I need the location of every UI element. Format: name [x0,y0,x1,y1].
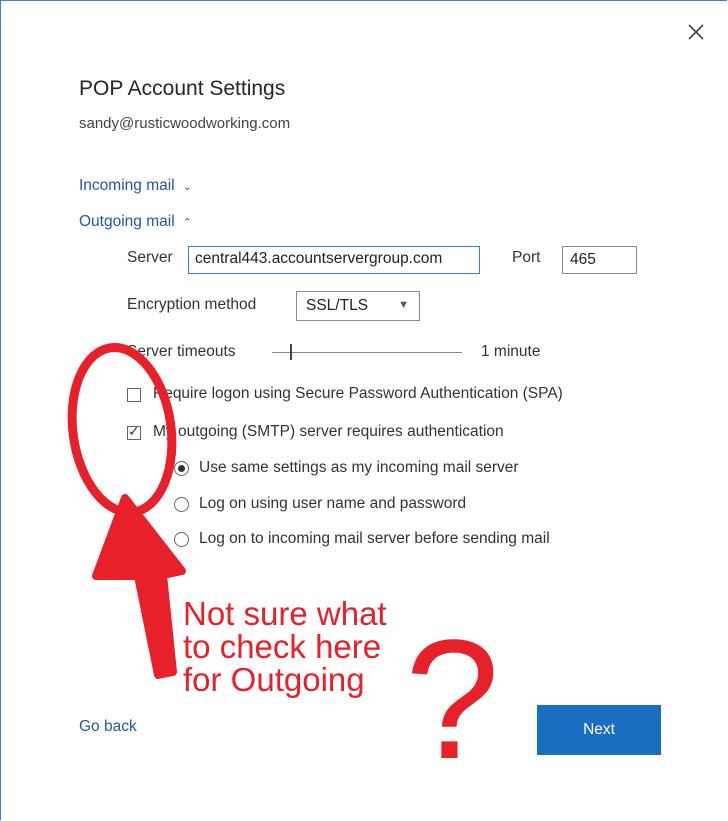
chevron-down-icon: ⌄ [182,180,192,193]
outgoing-mail-toggle[interactable]: Outgoing mail ⌃ [79,213,192,231]
radio-logon-incoming-first-label: Log on to incoming mail server before se… [199,530,550,547]
encryption-label: Encryption method [127,296,257,313]
radio-selected-dot [178,465,185,472]
timeout-value: 1 minute [481,343,541,360]
annotation-question-mark: ? [405,605,500,795]
checkmark-icon: ✓ [128,423,140,439]
smtp-auth-checkbox[interactable]: ✓ [127,423,141,440]
radio-username-password-label: Log on using user name and password [199,495,467,512]
server-input[interactable]: central443.accountservergroup.com [188,246,480,274]
port-input[interactable]: 465 [562,246,637,274]
annotation-text: Not sure what to check here for Outgoing [183,597,387,696]
go-back-link[interactable]: Go back [79,718,137,736]
smtp-auth-label: My outgoing (SMTP) server requires authe… [153,423,504,440]
next-button[interactable]: Next [537,705,661,755]
radio-same-settings-label: Use same settings as my incoming mail se… [199,459,519,476]
account-email: sandy@rusticwoodworking.com [79,115,291,132]
server-label: Server [127,249,173,266]
radio-logon-incoming-first[interactable] [174,532,189,547]
annotation-line: to check here [183,628,382,665]
port-label: Port [512,249,541,266]
server-value: central443.accountservergroup.com [195,250,443,267]
annotation-line: Not sure what [183,595,387,632]
chevron-up-icon: ⌃ [182,216,192,229]
close-icon[interactable] [686,22,706,42]
timeout-slider-thumb[interactable] [290,344,292,360]
timeout-label: Server timeouts [127,343,236,360]
spa-checkbox[interactable] [127,388,141,402]
annotation-line: for Outgoing [183,661,365,698]
radio-same-settings[interactable] [174,461,189,476]
radio-username-password[interactable] [174,497,189,512]
outgoing-mail-label: Outgoing mail [79,213,175,230]
incoming-mail-label: Incoming mail [79,177,175,194]
dropdown-arrow-icon: ▼ [398,299,409,311]
dialog-title: POP Account Settings [79,77,286,100]
timeout-slider-track[interactable] [272,352,462,353]
encryption-value: SSL/TLS [306,297,369,314]
encryption-select[interactable]: SSL/TLS ▼ [296,291,420,321]
spa-label: Require logon using Secure Password Auth… [153,385,563,402]
incoming-mail-toggle[interactable]: Incoming mail ⌄ [79,177,192,195]
